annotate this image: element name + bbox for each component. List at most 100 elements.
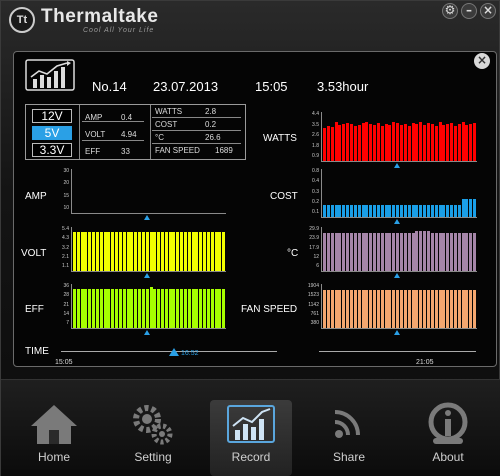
eff-bar — [191, 288, 195, 328]
fan-bar — [361, 289, 365, 328]
cost-bar — [346, 205, 350, 217]
fan-bar — [446, 289, 450, 328]
temp-bar — [338, 232, 342, 271]
temp-bar — [388, 232, 392, 271]
rail-3v3-button[interactable]: 3.3V — [32, 143, 72, 157]
fan-bar — [365, 289, 369, 328]
panel-close-icon[interactable]: × — [474, 53, 490, 69]
temp-bar — [323, 232, 327, 271]
temp-bar — [465, 232, 469, 271]
cost-bar — [338, 205, 342, 217]
volt-label: VOLT — [85, 130, 106, 139]
eff-bar — [214, 288, 218, 328]
time-slider-handle[interactable] — [169, 348, 179, 356]
volt-y-tick: 4.3 — [62, 235, 69, 242]
fan-bar — [426, 289, 430, 328]
title-bar[interactable]: Tt Thermaltake Cool All Your Life ⚙ – × — [1, 1, 500, 39]
eff-bar — [168, 288, 172, 328]
app-window: Tt Thermaltake Cool All Your Life ⚙ – × … — [0, 0, 500, 476]
share-icon — [334, 410, 360, 438]
temp-y-tick: 29.9 — [309, 226, 319, 232]
cost-bar — [349, 205, 353, 217]
eff-chart: 36 28 21 14 7 — [63, 283, 226, 335]
fan-bar — [403, 289, 407, 328]
nav-home-label: Home — [37, 450, 70, 464]
home-icon — [31, 405, 77, 444]
watts-bar — [415, 123, 419, 161]
temp-bar — [461, 232, 465, 271]
cost-bar — [457, 205, 461, 217]
watts-bar — [403, 123, 407, 161]
temp-y-tick: 12 — [313, 253, 319, 260]
volt-bar — [84, 231, 88, 271]
nav-home[interactable]: Home — [13, 400, 95, 476]
volt-bar — [134, 231, 138, 271]
volt-bar — [76, 231, 80, 271]
watts-bar — [330, 127, 334, 161]
fan-bar — [384, 289, 388, 328]
watts-bar — [457, 123, 461, 161]
cost-bar — [323, 205, 327, 217]
eff-bar — [92, 288, 96, 328]
divider — [150, 105, 151, 159]
rail-12v-button[interactable]: 12V — [32, 109, 72, 123]
watts-plot-area — [321, 112, 477, 162]
divider — [152, 130, 241, 131]
minimize-button[interactable]: – — [461, 3, 477, 19]
fan-bar — [407, 289, 411, 328]
cost-bar — [419, 205, 423, 217]
nav-record-label: Record — [231, 450, 271, 464]
temp-bar — [334, 232, 338, 271]
rail-5v-button[interactable]: 5V — [32, 126, 72, 140]
watts-bar — [438, 121, 442, 161]
nav-record[interactable]: Record — [210, 400, 292, 476]
nav-share-label: Share — [332, 450, 366, 464]
watts-bar — [376, 122, 380, 161]
divider — [152, 117, 241, 118]
nav-about[interactable]: About — [407, 400, 489, 476]
eff-bar — [203, 288, 207, 328]
watts-cursor-marker — [394, 163, 401, 168]
cost-bar — [461, 199, 465, 217]
cost-bar — [357, 205, 361, 217]
eff-bar — [187, 288, 191, 328]
eff-bar — [122, 288, 126, 328]
volt-bar — [103, 231, 107, 271]
fan-cursor-marker — [394, 330, 401, 335]
watts-bar — [334, 121, 338, 161]
watts-bar — [461, 121, 465, 161]
nav-setting[interactable]: Setting — [112, 400, 194, 476]
watts-bar — [446, 123, 450, 161]
temp-plot-area — [321, 227, 477, 272]
watts-bar — [465, 125, 469, 161]
eff-bar — [88, 288, 92, 328]
amp-chart-label: AMP — [25, 191, 47, 202]
fan-bar — [400, 289, 404, 328]
brand-tagline: Cool All Your Life — [83, 27, 155, 34]
volt-bar — [222, 231, 226, 271]
volt-bar — [210, 231, 214, 271]
amp-plot-area — [71, 169, 226, 214]
fan-bar — [396, 289, 400, 328]
record-chart-icon — [25, 59, 75, 91]
fan-bar — [473, 289, 477, 328]
volt-bar — [138, 231, 142, 271]
nav-share[interactable]: Share — [308, 400, 390, 476]
close-button[interactable]: × — [480, 3, 496, 19]
fan-bar — [450, 289, 454, 328]
eff-bar — [164, 288, 168, 328]
fan-bar — [338, 289, 342, 328]
settings-gear-icon[interactable]: ⚙ — [442, 3, 458, 19]
brand-logo-icon: Tt — [9, 7, 35, 33]
temp-bar — [403, 232, 407, 271]
fan-bar — [376, 289, 380, 328]
volt-bar — [164, 231, 168, 271]
eff-y-tick: 7 — [66, 320, 69, 326]
volt-bar — [172, 231, 176, 271]
eff-bar — [160, 288, 164, 328]
fan-bar — [323, 289, 327, 328]
volt-bar — [149, 231, 153, 271]
temp-bar — [457, 232, 461, 271]
volt-chart-label: VOLT — [21, 248, 47, 259]
volt-chart: 5.4 4.3 3.2 2.1 1.1 — [62, 226, 226, 278]
